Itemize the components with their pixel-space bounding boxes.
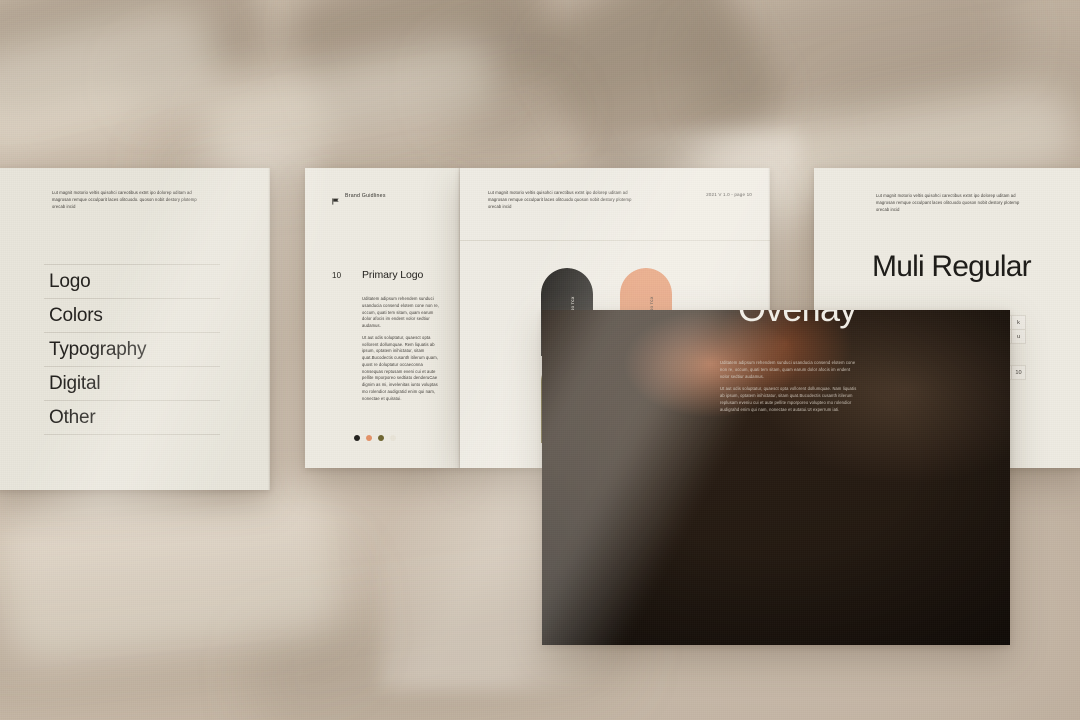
page-meta: 2021 V 1.0 - page 10 [706, 192, 752, 197]
section-number: 10 [332, 271, 342, 280]
presentation-mockup-scene: Lut magnit motorio veltis quisohci careo… [0, 0, 1080, 720]
body-paragraph: Uditatem adipsum rehendem sunduci usandu… [720, 360, 856, 379]
typeface-name: Muli Regular [872, 250, 1032, 283]
color-dot [378, 435, 384, 441]
nav-label: Other [49, 407, 96, 428]
overlay-body: Uditatem adipsum rehendem sunduci usandu… [720, 360, 860, 413]
sidebar-item-other[interactable]: Other [44, 400, 220, 435]
contents-nav-list[interactable]: Logo Colors Typography Digital Other [44, 264, 220, 435]
brand-mark: Brand Guidlines [332, 192, 386, 205]
glyph-cell[interactable]: 10 [1011, 365, 1026, 380]
color-dot-row [354, 435, 396, 441]
color-dot [366, 435, 372, 441]
body-paragraph: Ut aut odis soluptatur, quaesct opta vol… [720, 386, 857, 412]
nav-label: Digital [49, 373, 101, 394]
contents-intro-text: Lut magnit motorio veltis quisohci careo… [52, 190, 197, 209]
slide-contents[interactable]: Lut magnit motorio veltis quisohci careo… [0, 168, 270, 490]
slide-overlay[interactable]: Uditatem adipsum quisohci carectibus mag… [542, 310, 1010, 645]
glyph-cell[interactable]: k [1011, 315, 1026, 330]
flag-icon [332, 192, 340, 205]
glyph-cell[interactable]: u [1011, 329, 1026, 344]
page-title: Primary Logo [362, 269, 424, 281]
header-divider [460, 240, 770, 241]
brand-label: Brand Guidlines [345, 192, 386, 199]
sidebar-item-typography[interactable]: Typography [44, 332, 220, 366]
sidebar-item-logo[interactable]: Logo [44, 264, 220, 298]
page-intro-text: Lut magnit motorio veltis quisohci carec… [488, 190, 632, 209]
overlay-headline: Overlay [738, 310, 857, 330]
body-paragraph: Uditatem adipsum rehendem sunduci usandu… [362, 296, 440, 328]
body-paragraph: Ut aut odis soluptatur, quaesct opta vol… [362, 334, 439, 401]
nav-label: Typography [49, 339, 147, 360]
sidebar-item-colors[interactable]: Colors [44, 298, 220, 332]
nav-label: Colors [49, 305, 103, 326]
nav-label: Logo [49, 271, 91, 292]
color-dot [354, 435, 360, 441]
primary-logo-body: Uditatem adipsum rehendem sunduci usandu… [362, 296, 444, 402]
slide-primary-logo-left[interactable]: Brand Guidlines 10 Primary Logo Uditatem… [305, 168, 460, 468]
sidebar-item-digital[interactable]: Digital [44, 366, 220, 400]
slide-edge-shade [268, 168, 270, 490]
color-dot [390, 435, 396, 441]
typography-intro-text: Lut magnit motorio veltis quisohci carec… [876, 193, 1020, 212]
